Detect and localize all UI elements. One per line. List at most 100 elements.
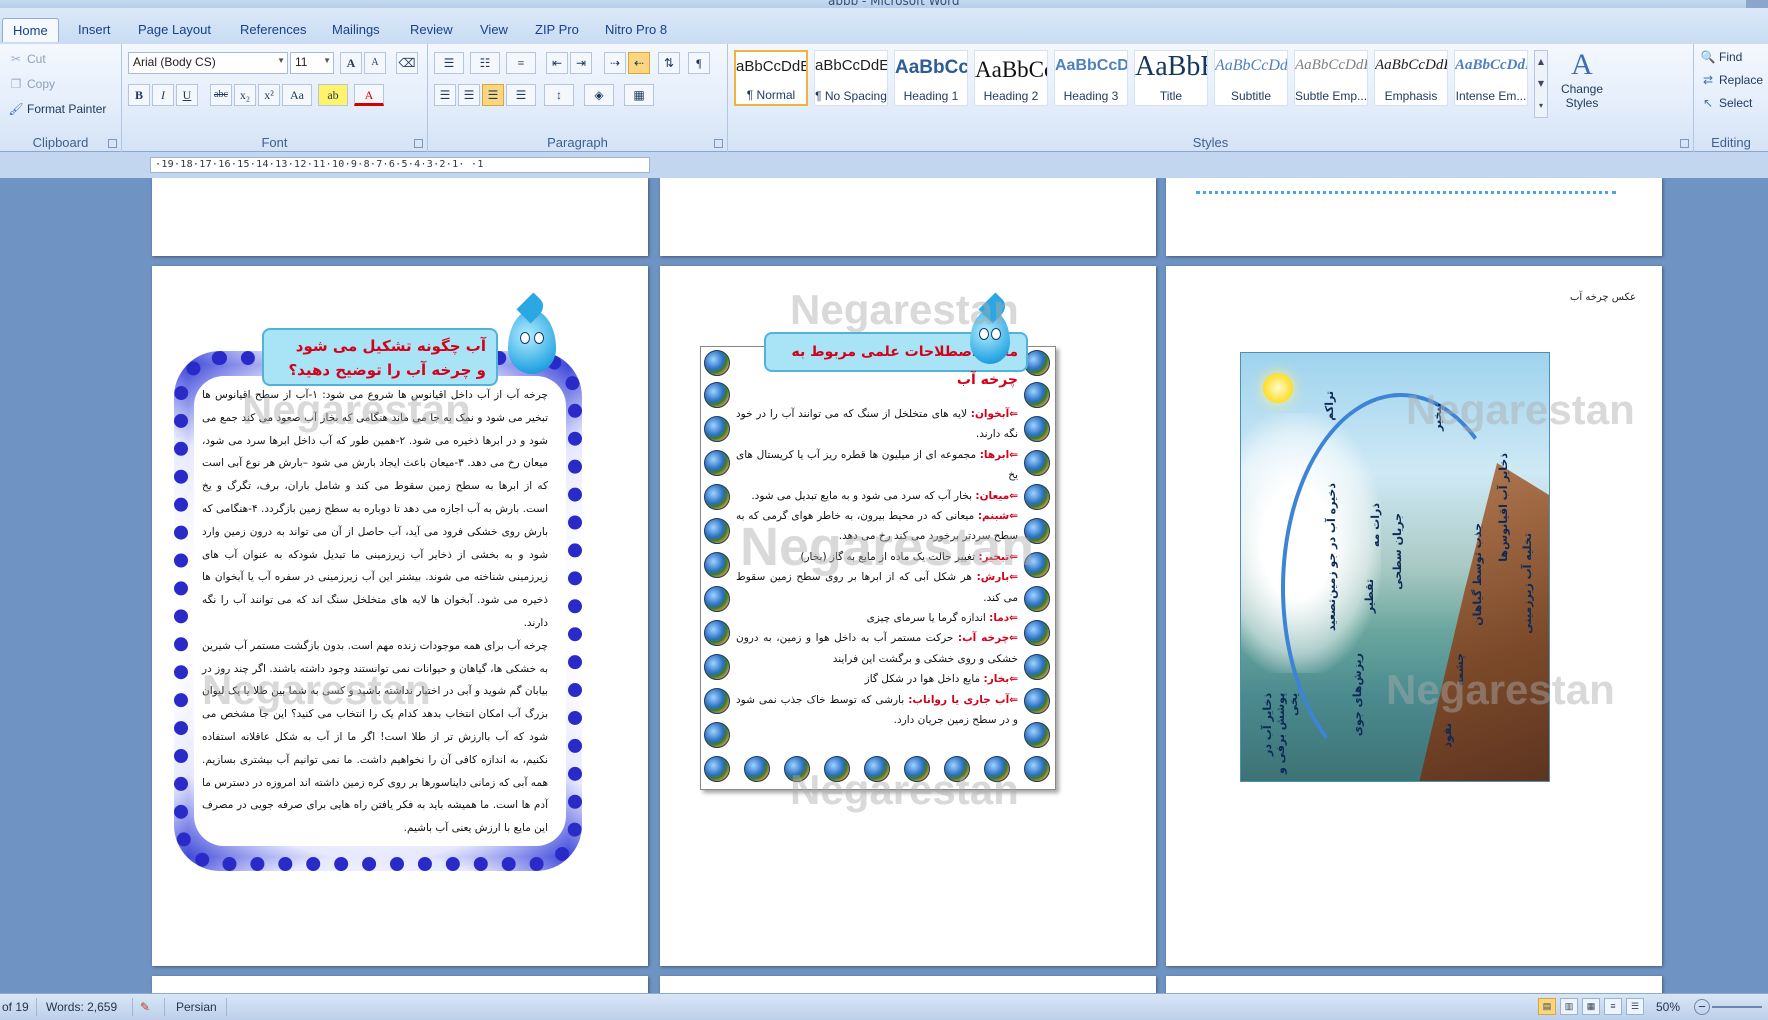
shrink-font-button[interactable]: A: [364, 52, 386, 74]
styles-launcher-icon[interactable]: [1680, 139, 1689, 148]
tab-insert[interactable]: Insert: [78, 22, 111, 37]
font-name-select[interactable]: Arial (Body CS) ▼: [128, 52, 288, 74]
subscript-button[interactable]: x₂: [234, 84, 256, 106]
style-heading-1[interactable]: AaBbCcDdEe Heading 1: [894, 50, 968, 106]
style-normal[interactable]: aBbCcDdEe ¶ Normal: [734, 50, 808, 106]
align-left-button[interactable]: ☰: [434, 84, 456, 106]
tab-review[interactable]: Review: [410, 22, 453, 37]
font-size-select[interactable]: 11 ▼: [290, 52, 334, 74]
language-indicator[interactable]: Persian: [176, 1000, 217, 1014]
paragraph-launcher-icon[interactable]: [714, 139, 723, 148]
line-spacing-button[interactable]: ↕: [544, 84, 574, 106]
format-painter-label: Format Painter: [27, 102, 107, 116]
bold-button[interactable]: B: [128, 84, 150, 106]
clear-formatting-button[interactable]: ⌫: [396, 52, 418, 74]
tab-nitro-pro[interactable]: Nitro Pro 8: [605, 22, 667, 37]
styles-gallery-scroll[interactable]: ▲ ▼ ▾: [1534, 50, 1548, 118]
page1-title-line2: و چرخه آب را توضیح دهید؟: [288, 361, 486, 379]
page-next-3: [1166, 976, 1662, 993]
align-right-button[interactable]: ☰: [482, 84, 504, 106]
outline-view-icon[interactable]: ≡: [1604, 998, 1622, 1015]
style-title[interactable]: AaBbEe Title: [1134, 50, 1208, 106]
style-emphasis[interactable]: AaBbCcDdEe Emphasis: [1374, 50, 1448, 106]
copy-label: Copy: [27, 77, 56, 91]
shrink-font-icon: A: [371, 57, 379, 68]
tab-zip-pro[interactable]: ZIP Pro: [535, 22, 579, 37]
find-button[interactable]: 🔍 Find: [1700, 50, 1743, 64]
page-1[interactable]: آب چگونه تشکیل می شود و چرخه آب را توضیح…: [152, 266, 648, 966]
increase-indent-button[interactable]: ⇥: [570, 52, 592, 74]
change-styles-button[interactable]: A Change Styles: [1554, 48, 1610, 122]
page-count[interactable]: of 19: [2, 1000, 29, 1014]
borders-button[interactable]: ▦: [624, 84, 654, 106]
style-title-sample: AaBbEe: [1135, 51, 1207, 82]
font-group: Arial (Body CS) ▼ 11 ▼ A A ⌫ B I U abc x₂ …: [122, 44, 428, 152]
sort-button[interactable]: ⇅: [658, 52, 680, 74]
full-screen-reading-icon[interactable]: ▥: [1560, 998, 1578, 1015]
underline-icon: U: [182, 88, 192, 102]
format-painter-button[interactable]: 🖌 Format Painter: [8, 102, 106, 116]
document-canvas[interactable]: آب چگونه تشکیل می شود و چرخه آب را توضیح…: [0, 178, 1768, 993]
tab-view[interactable]: View: [480, 22, 508, 37]
water-cycle-image[interactable]: تراکم ذخیره آب در جو زمین ذرات مه تبخیر …: [1240, 352, 1550, 782]
cycle-label: جریان سطحی: [1391, 513, 1404, 590]
style-intense-emphasis[interactable]: AaBbCcDdEe Intense Em...: [1454, 50, 1528, 106]
style-heading-1-name: Heading 1: [903, 89, 959, 103]
style-subtle-emphasis[interactable]: AaBbCcDdEe Subtle Emp...: [1294, 50, 1368, 106]
cut-button[interactable]: ✂ Cut: [8, 52, 46, 66]
print-layout-view-icon[interactable]: ▤: [1538, 998, 1556, 1015]
font-launcher-icon[interactable]: [414, 139, 423, 148]
word-count[interactable]: Words: 2,659: [46, 1000, 117, 1014]
style-heading-3[interactable]: AaBbCcDdEe Heading 3: [1054, 50, 1128, 106]
term-name: ⇐آب جاری یا رواناب:: [908, 693, 1018, 706]
style-intense-emphasis-sample: AaBbCcDdEe: [1455, 57, 1527, 73]
italic-button[interactable]: I: [152, 84, 174, 106]
page-2[interactable]: معنی اصطلاحات علمی مربوط به چرخه آب ⇐آبخ…: [660, 266, 1156, 966]
draft-view-icon[interactable]: ☰: [1626, 998, 1644, 1015]
show-formatting-button[interactable]: ¶: [688, 52, 710, 74]
underline-button[interactable]: U: [176, 84, 198, 106]
cycle-label: تصعید: [1325, 599, 1338, 632]
shading-button[interactable]: ◈: [584, 84, 614, 106]
align-center-button[interactable]: ☰: [458, 84, 480, 106]
superscript-button[interactable]: x²: [258, 84, 280, 106]
font-size-value: 11: [295, 55, 308, 69]
copy-button[interactable]: ❐ Copy: [8, 77, 55, 91]
tab-page-layout[interactable]: Page Layout: [138, 22, 211, 37]
zoom-out-icon[interactable]: −: [1694, 999, 1710, 1015]
tab-home[interactable]: Home: [2, 18, 59, 42]
style-no-spacing[interactable]: aBbCcDdEe ¶ No Spacing: [814, 50, 888, 106]
clipboard-launcher-icon[interactable]: [108, 139, 117, 148]
tab-references[interactable]: References: [240, 22, 306, 37]
bullets-button[interactable]: ☰: [434, 52, 464, 74]
decrease-indent-button[interactable]: ⇤: [546, 52, 568, 74]
zoom-slider[interactable]: [1712, 1006, 1762, 1008]
select-button[interactable]: ↖ Select: [1700, 96, 1752, 110]
web-layout-icon[interactable]: ▦: [1582, 998, 1600, 1015]
style-subtitle[interactable]: AaBbCcDdEe Subtitle: [1214, 50, 1288, 106]
horizontal-ruler[interactable]: ·19·18·17·16·15·14·13·12·11·10·9·8·7·6·5…: [150, 157, 650, 173]
justify-button[interactable]: ☰: [506, 84, 536, 106]
close-window-button[interactable]: [1746, 0, 1768, 8]
align-center-icon: ☰: [463, 88, 475, 102]
left-to-right-icon: ⇢: [609, 56, 621, 70]
rtl-button[interactable]: ⇠: [628, 52, 650, 74]
globe-icon: [704, 450, 730, 476]
right-to-left-icon: ⇠: [633, 56, 645, 70]
style-heading-2[interactable]: AaBbCcDdEe Heading 2: [974, 50, 1048, 106]
highlight-button[interactable]: ab: [318, 84, 348, 106]
ltr-button[interactable]: ⇢: [604, 52, 626, 74]
page1-body: چرخه آب از آب داخل اقیانوس ها شروع می شو…: [202, 384, 548, 840]
tab-mailings[interactable]: Mailings: [332, 22, 380, 37]
page-next-2: [660, 976, 1156, 993]
numbering-button[interactable]: ☷: [470, 52, 500, 74]
strikethrough-button[interactable]: abc: [210, 84, 232, 106]
font-color-button[interactable]: A: [354, 84, 384, 106]
multilevel-list-button[interactable]: ≡: [506, 52, 536, 74]
zoom-level[interactable]: 50%: [1656, 1000, 1680, 1014]
page-3[interactable]: عکس چرخه آب تراکم ذخیره آب در جو زمین ذر…: [1166, 266, 1662, 966]
grow-font-button[interactable]: A: [340, 52, 362, 74]
replace-button[interactable]: ⇄ Replace: [1700, 73, 1763, 87]
proofing-icon[interactable]: ✎: [140, 1000, 150, 1014]
change-case-button[interactable]: Aa: [282, 84, 312, 106]
